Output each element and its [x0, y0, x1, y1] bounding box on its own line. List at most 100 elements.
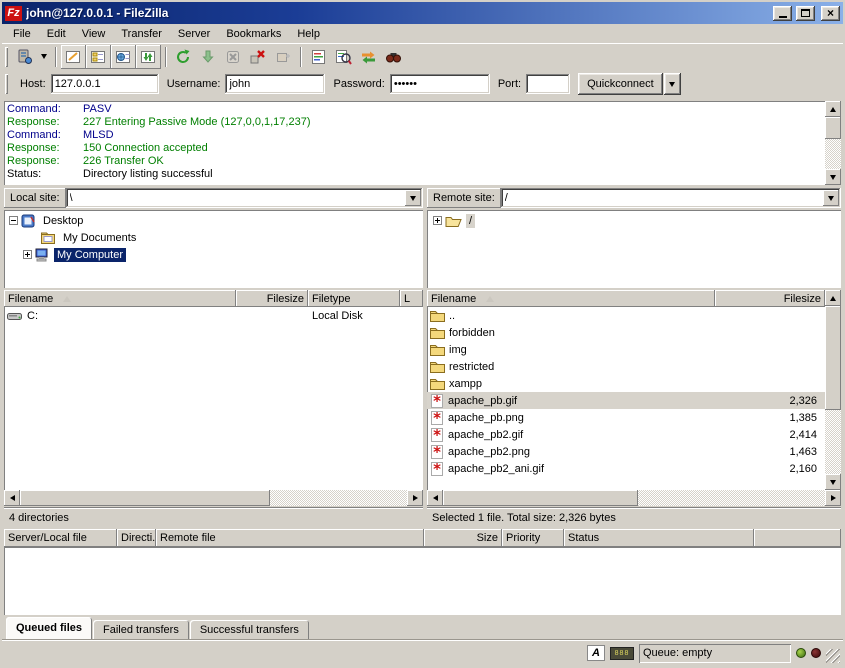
- column-server-local-file[interactable]: Server/Local file: [4, 529, 117, 547]
- tree-item-my-documents[interactable]: My Documents: [4, 229, 423, 246]
- scroll-right-button[interactable]: [825, 490, 841, 506]
- find-files-button[interactable]: [381, 45, 406, 69]
- file-name-cell: ..: [427, 310, 715, 322]
- scroll-down-button[interactable]: [825, 169, 841, 185]
- remote-file-row[interactable]: img: [427, 341, 825, 358]
- local-file-row[interactable]: C: Local Disk: [4, 307, 423, 324]
- username-input[interactable]: [225, 74, 325, 94]
- minimize-button[interactable]: [773, 6, 792, 21]
- arrow-up-icon: [830, 107, 836, 112]
- toggle-local-tree-button[interactable]: [86, 45, 111, 69]
- queue-body[interactable]: [4, 547, 841, 615]
- tree-item-desktop[interactable]: Desktop: [4, 212, 423, 229]
- column-filename[interactable]: Filename: [4, 290, 236, 307]
- remote-horizontal-scrollbar[interactable]: [427, 490, 841, 506]
- menu-server[interactable]: Server: [170, 26, 218, 42]
- scroll-thumb[interactable]: [20, 490, 270, 506]
- column-direction[interactable]: Directi...: [117, 529, 156, 547]
- remote-file-row[interactable]: *apache_pb2.gif 2,414: [427, 426, 825, 443]
- scroll-track[interactable]: [638, 490, 825, 506]
- remote-file-row[interactable]: *apache_pb2_ani.gif 2,160: [427, 460, 825, 477]
- menu-help[interactable]: Help: [289, 26, 328, 42]
- column-filetype[interactable]: Filetype: [308, 290, 400, 307]
- port-input[interactable]: [526, 74, 570, 94]
- remote-site-input[interactable]: [503, 191, 823, 205]
- host-input[interactable]: [51, 74, 159, 94]
- tab-queued-files[interactable]: Queued files: [6, 617, 92, 639]
- column-filesize[interactable]: Filesize: [715, 290, 825, 307]
- reconnect-button[interactable]: [271, 45, 296, 69]
- toggle-message-log-button[interactable]: [61, 45, 86, 69]
- column-filesize[interactable]: Filesize: [236, 290, 308, 307]
- scroll-track[interactable]: [270, 490, 407, 506]
- scroll-up-button[interactable]: [825, 101, 841, 117]
- menu-transfer[interactable]: Transfer: [113, 26, 170, 42]
- tab-failed-transfers[interactable]: Failed transfers: [93, 620, 189, 639]
- disconnect-button[interactable]: [246, 45, 271, 69]
- tab-successful-transfers[interactable]: Successful transfers: [190, 620, 309, 639]
- column-filename[interactable]: Filename: [427, 290, 715, 307]
- column-priority[interactable]: Priority: [502, 529, 564, 547]
- tree-item-root[interactable]: /: [427, 212, 841, 229]
- toggle-remote-tree-button[interactable]: [111, 45, 136, 69]
- remote-vertical-scrollbar[interactable]: [825, 290, 841, 490]
- refresh-button[interactable]: [171, 45, 196, 69]
- remote-site-dropdown-button[interactable]: [823, 190, 839, 206]
- column-lastmodified[interactable]: L: [400, 290, 423, 307]
- remote-site-combo[interactable]: [501, 188, 841, 208]
- scroll-up-button[interactable]: [825, 290, 841, 306]
- remote-file-row[interactable]: *apache_pb.png 1,385: [427, 409, 825, 426]
- column-size[interactable]: Size: [424, 529, 502, 547]
- password-input[interactable]: [390, 74, 490, 94]
- speed-limit-icon[interactable]: [610, 647, 634, 660]
- scroll-thumb[interactable]: [825, 306, 841, 410]
- column-remote-file[interactable]: Remote file: [156, 529, 424, 547]
- scroll-down-button[interactable]: [825, 474, 841, 490]
- remote-file-row[interactable]: restricted: [427, 358, 825, 375]
- remote-file-row-selected[interactable]: *apache_pb.gif 2,326: [427, 392, 825, 409]
- menu-view[interactable]: View: [74, 26, 114, 42]
- transfer-type-icon[interactable]: [587, 645, 605, 661]
- local-site-input[interactable]: [68, 191, 405, 205]
- local-horizontal-scrollbar[interactable]: [4, 490, 423, 506]
- remote-file-row[interactable]: forbidden: [427, 324, 825, 341]
- menu-bookmarks[interactable]: Bookmarks: [218, 26, 289, 42]
- scroll-right-button[interactable]: [407, 490, 423, 506]
- toggle-transfer-queue-button[interactable]: [136, 45, 161, 69]
- tree-item-my-computer[interactable]: My Computer: [4, 246, 423, 263]
- local-tree-icon: [90, 49, 107, 65]
- site-manager-dropdown-button[interactable]: [37, 45, 51, 69]
- column-status[interactable]: Status: [564, 529, 754, 547]
- scroll-thumb[interactable]: [443, 490, 638, 506]
- log-scrollbar[interactable]: [825, 101, 841, 185]
- scroll-track[interactable]: [825, 139, 841, 169]
- quickconnect-dropdown-button[interactable]: [664, 73, 681, 95]
- expand-icon[interactable]: [23, 250, 32, 259]
- site-manager-button[interactable]: [12, 45, 37, 69]
- resize-grip[interactable]: [826, 649, 840, 663]
- remote-file-row[interactable]: xampp: [427, 375, 825, 392]
- expand-icon[interactable]: [433, 216, 442, 225]
- synchronized-browsing-button[interactable]: [356, 45, 381, 69]
- remote-file-row[interactable]: *apache_pb2.png 1,463: [427, 443, 825, 460]
- quickconnect-button[interactable]: Quickconnect: [578, 73, 663, 95]
- local-site-combo[interactable]: [66, 188, 423, 208]
- scroll-thumb[interactable]: [825, 117, 841, 139]
- filter-button[interactable]: [306, 45, 331, 69]
- quickconnect-grip[interactable]: [5, 74, 8, 94]
- remote-file-row[interactable]: ..: [427, 307, 825, 324]
- menu-edit[interactable]: Edit: [39, 26, 74, 42]
- scroll-left-button[interactable]: [4, 490, 20, 506]
- menu-file[interactable]: File: [5, 26, 39, 42]
- directory-comparison-button[interactable]: [331, 45, 356, 69]
- local-site-dropdown-button[interactable]: [405, 190, 421, 206]
- scroll-track[interactable]: [825, 410, 841, 474]
- process-queue-button[interactable]: [196, 45, 221, 69]
- close-button[interactable]: ×: [821, 6, 840, 21]
- maximize-button[interactable]: [796, 6, 815, 21]
- toolbar-grip[interactable]: [5, 47, 8, 67]
- titlebar[interactable]: Fz john@127.0.0.1 - FileZilla ×: [2, 2, 843, 24]
- scroll-left-button[interactable]: [427, 490, 443, 506]
- collapse-icon[interactable]: [9, 216, 18, 225]
- cancel-operation-button[interactable]: [221, 45, 246, 69]
